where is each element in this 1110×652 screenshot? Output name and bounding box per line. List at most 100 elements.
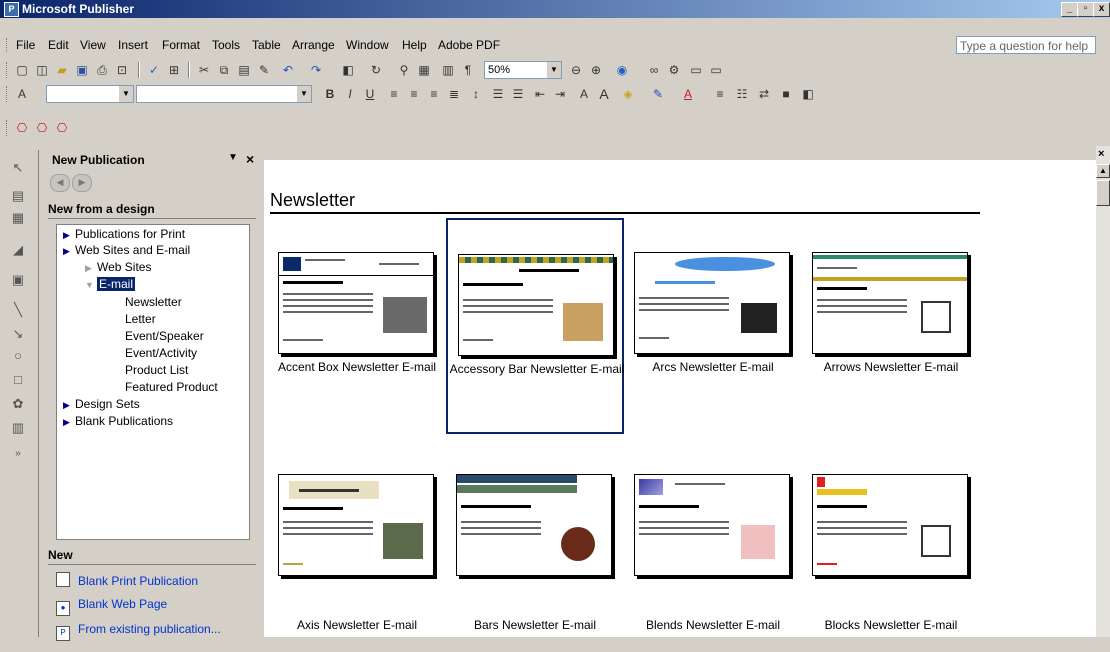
close-gallery-icon[interactable]: × <box>1098 148 1104 160</box>
task-pane-title[interactable]: New Publication <box>52 153 145 167</box>
fill-color-icon[interactable]: ◈ <box>620 86 636 102</box>
font-color-icon[interactable]: A <box>680 86 696 102</box>
close-button[interactable]: x <box>1093 2 1110 17</box>
3d-style-icon[interactable]: ◧ <box>800 86 816 102</box>
close-icon[interactable]: × <box>246 151 254 167</box>
redo-icon[interactable]: ↷ <box>308 62 324 78</box>
pdf-convert-icon[interactable]: ⎔ <box>14 120 30 136</box>
tree-item-letter[interactable]: Letter <box>125 312 156 326</box>
increase-font-icon[interactable]: A <box>596 86 612 102</box>
align-right-icon[interactable]: ≡ <box>426 86 442 102</box>
chevron-down-icon[interactable]: ▼ <box>119 86 133 102</box>
spelling-icon[interactable]: ✓ <box>146 62 162 78</box>
insert-hyperlink-icon[interactable]: ⚲ <box>396 62 412 78</box>
chevron-down-icon[interactable]: ▼ <box>297 86 311 102</box>
tree-item-newsletter[interactable]: Newsletter <box>125 295 182 309</box>
open-folder-icon[interactable]: ▰ <box>54 62 70 78</box>
zoom-in-icon[interactable]: ⊕ <box>588 62 604 78</box>
tree-item-product-list[interactable]: Product List <box>125 363 188 377</box>
save-icon[interactable]: ▣ <box>74 62 90 78</box>
menu-arrange[interactable]: Arrange <box>292 38 335 52</box>
research-icon[interactable]: ⊞ <box>166 62 182 78</box>
style-select[interactable]: ▼ <box>46 85 134 103</box>
wordart-icon[interactable]: ◢ <box>10 242 26 258</box>
styles-icon[interactable]: A <box>14 86 30 102</box>
line-icon[interactable]: ╲ <box>10 302 26 318</box>
link-icon[interactable]: ∞ <box>646 62 662 78</box>
align-center-icon[interactable]: ≡ <box>406 86 422 102</box>
decrease-indent-icon[interactable]: ⇤ <box>532 86 548 102</box>
bullets-icon[interactable]: ☰ <box>510 86 526 102</box>
back-icon[interactable]: ◀ <box>50 174 70 192</box>
toolbar-grip[interactable] <box>6 120 10 136</box>
arrow-style-icon[interactable]: ⇄ <box>756 86 772 102</box>
line-spacing-icon[interactable]: ↕ <box>468 86 484 102</box>
insert-table-icon[interactable]: ▦ <box>10 210 26 226</box>
print-icon[interactable]: ⎙ <box>94 62 110 78</box>
menu-view[interactable]: View <box>80 38 106 52</box>
select-icon[interactable]: ↖ <box>10 160 26 176</box>
template-accessory-bar[interactable]: Accessory Bar Newsletter E-mail <box>446 218 624 434</box>
copy-icon[interactable]: ⧉ <box>216 62 232 78</box>
menu-insert[interactable]: Insert <box>118 38 148 52</box>
bold-icon[interactable]: B <box>322 86 338 102</box>
blank-print-publication-link[interactable]: Blank Print Publication <box>56 572 198 588</box>
tree-item-event-speaker[interactable]: Event/Speaker <box>125 329 204 343</box>
undo-icon[interactable]: ↶ <box>280 62 296 78</box>
toolbar-grip[interactable] <box>6 62 10 78</box>
scroll-up-icon[interactable]: ▲ <box>1096 164 1110 178</box>
chevron-down-icon[interactable]: ▼ <box>228 152 238 163</box>
template-axis[interactable]: Axis Newsletter E-mail <box>268 436 446 652</box>
scroll-thumb[interactable] <box>1096 180 1110 206</box>
tree-item-email[interactable]: ▼ E-mail <box>85 276 137 292</box>
ask-question-input[interactable]: Type a question for help <box>956 36 1096 54</box>
menu-tools[interactable]: Tools <box>212 38 240 52</box>
zoom-select[interactable]: 50% ▼ <box>484 61 562 79</box>
dash-style-icon[interactable]: ☷ <box>734 86 750 102</box>
paste-icon[interactable]: ▤ <box>236 62 252 78</box>
table-icon[interactable]: ▦ <box>416 62 432 78</box>
format-painter-icon[interactable]: ✎ <box>256 62 272 78</box>
autoshapes-icon[interactable]: ✿ <box>10 396 26 412</box>
template-blends[interactable]: Blends Newsletter E-mail <box>624 436 802 652</box>
template-blocks[interactable]: Blocks Newsletter E-mail <box>802 436 980 652</box>
design-gallery-icon[interactable]: ▥ <box>10 420 26 436</box>
underline-icon[interactable]: U <box>362 86 378 102</box>
menu-format[interactable]: Format <box>162 38 200 52</box>
menu-edit[interactable]: Edit <box>48 38 69 52</box>
web-tools-icon[interactable]: ⚙ <box>666 62 682 78</box>
tree-item-web-sites[interactable]: ▶ Web Sites <box>85 260 151 274</box>
tree-item-publications-for-print[interactable]: ▶ Publications for Print <box>63 227 185 241</box>
columns-icon[interactable]: ▥ <box>440 62 456 78</box>
rotate-icon[interactable]: ↻ <box>368 62 384 78</box>
italic-icon[interactable]: I <box>342 86 358 102</box>
increase-indent-icon[interactable]: ⇥ <box>552 86 568 102</box>
expand-toolbar-icon[interactable]: » <box>10 446 26 462</box>
menu-adobe-pdf[interactable]: Adobe PDF <box>438 38 500 52</box>
zoom-out-icon[interactable]: ⊖ <box>568 62 584 78</box>
blank-web-page-link[interactable]: ● Blank Web Page <box>56 597 167 616</box>
picture-frame-icon[interactable]: ▣ <box>10 272 26 288</box>
tree-item-blank-publications[interactable]: ▶ Blank Publications <box>63 414 173 428</box>
tree-item-event-activity[interactable]: Event/Activity <box>125 346 197 360</box>
menu-help[interactable]: Help <box>402 38 427 52</box>
align-left-icon[interactable]: ≡ <box>386 86 402 102</box>
from-existing-publication-link[interactable]: P From existing publication... <box>56 622 221 641</box>
justify-icon[interactable]: ≣ <box>446 86 462 102</box>
menu-file[interactable]: File <box>16 38 35 52</box>
minimize-button[interactable]: _ <box>1061 2 1078 17</box>
cut-icon[interactable]: ✂ <box>196 62 212 78</box>
text-box-icon[interactable]: ▤ <box>10 188 26 204</box>
menu-table[interactable]: Table <box>252 38 281 52</box>
help-icon[interactable]: ◉ <box>614 62 630 78</box>
template-arrows[interactable]: Arrows Newsletter E-mail <box>802 218 980 434</box>
vertical-scrollbar[interactable]: × ▲ <box>1096 146 1110 637</box>
template-accent-box[interactable]: Accent Box Newsletter E-mail <box>268 218 446 434</box>
tree-item-design-sets[interactable]: ▶ Design Sets <box>63 397 140 411</box>
line-style-icon[interactable]: ≡ <box>712 86 728 102</box>
web-page-icon[interactable]: ▭ <box>708 62 724 78</box>
forward-icon[interactable]: ▶ <box>72 174 92 192</box>
template-bars[interactable]: Bars Newsletter E-mail <box>446 436 624 652</box>
oval-icon[interactable]: ○ <box>10 348 26 364</box>
menu-window[interactable]: Window <box>346 38 389 52</box>
